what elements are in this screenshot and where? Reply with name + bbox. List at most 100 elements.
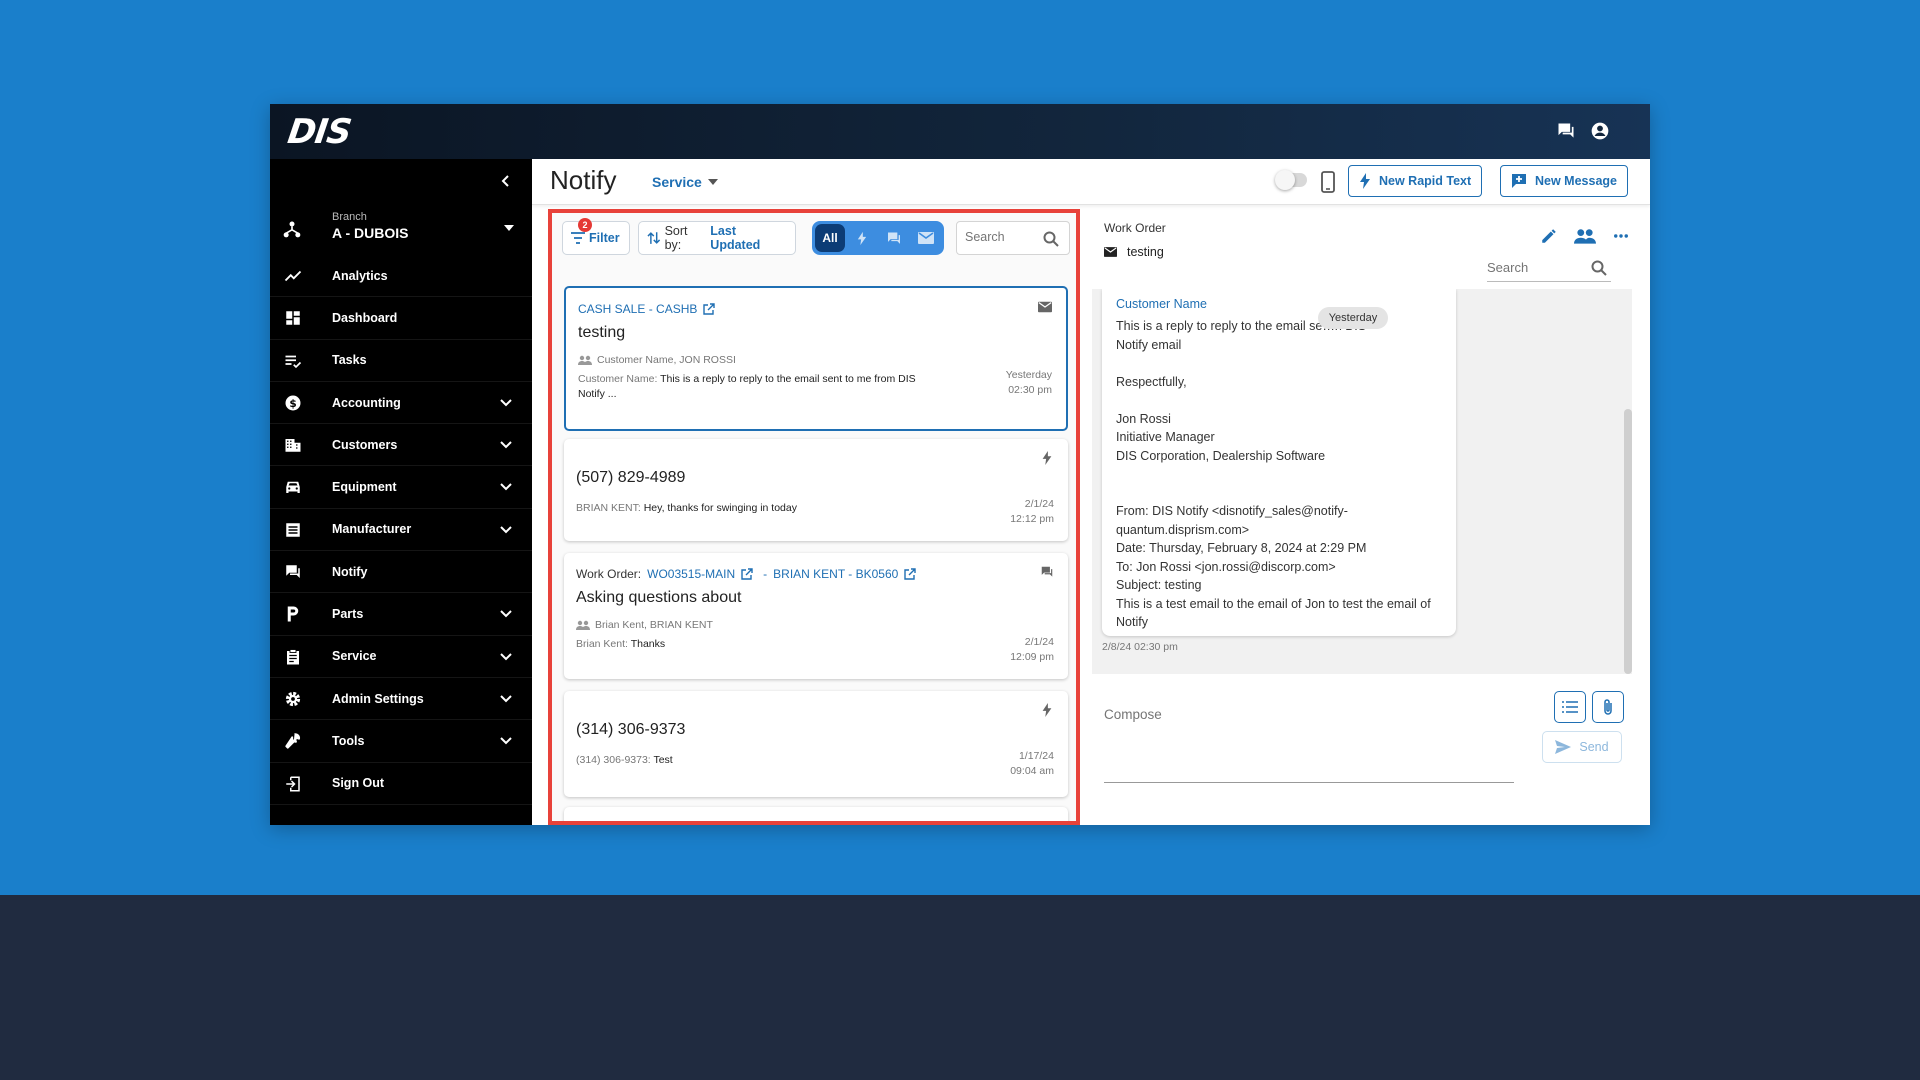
sidebar-item-notify[interactable]: Notify [270, 551, 532, 594]
phone-icon[interactable] [1320, 171, 1336, 193]
list-search-input[interactable] [965, 230, 1041, 244]
more-horizontal-icon[interactable] [1612, 227, 1630, 245]
send-button[interactable]: Send [1542, 731, 1622, 763]
message-bubble: Customer Name This is a reply to reply t… [1102, 289, 1456, 636]
sidebar-item-equipment[interactable]: Equipment [270, 466, 532, 509]
bolt-icon [857, 231, 867, 245]
new-message-button[interactable]: New Message [1500, 165, 1628, 197]
sidebar-item-parts[interactable]: Parts [270, 593, 532, 636]
conversation-card-partial[interactable] [564, 807, 1068, 821]
sidebar-item-accounting[interactable]: $ Accounting [270, 382, 532, 425]
page-header: Notify Service New Rapid Text New Messag… [532, 159, 1650, 205]
new-rapid-text-label: New Rapid Text [1379, 174, 1472, 188]
thread-scrollbar[interactable] [1624, 409, 1632, 674]
sort-button[interactable]: Sort by: Last Updated [638, 221, 796, 255]
cash-sale-link[interactable]: CASH SALE - CASHB [578, 302, 697, 316]
add-message-icon [1512, 174, 1526, 188]
list-search[interactable] [956, 221, 1070, 255]
sort-icon [647, 232, 661, 244]
sidebar-item-label: Manufacturer [332, 522, 412, 537]
conversation-card[interactable]: (314) 306-9373 (314) 306-9373: Test 1/17… [564, 691, 1068, 797]
seg-rapid-text[interactable] [847, 224, 877, 252]
page-title: Notify [550, 165, 617, 195]
people-icon [576, 620, 590, 630]
compose-box [1104, 699, 1514, 783]
card-title: (314) 306-9373 [576, 721, 686, 738]
sidebar-item-dashboard[interactable]: Dashboard [270, 297, 532, 340]
sidebar-item-sign-out[interactable]: Sign Out [270, 763, 532, 805]
seg-all[interactable]: All [815, 224, 845, 252]
detail-actions [1540, 227, 1630, 245]
card-link-row: CASH SALE - CASHB [578, 302, 716, 316]
card-sender: (314) 306-9373: [576, 754, 651, 766]
external-link-icon[interactable] [703, 303, 716, 315]
sort-prefix: Sort by: [664, 224, 688, 252]
new-rapid-text-button[interactable]: New Rapid Text [1348, 165, 1483, 197]
sidebar-item-tasks[interactable]: Tasks [270, 340, 532, 382]
tasks-icon [282, 350, 304, 372]
account-circle-icon[interactable] [1587, 118, 1613, 144]
app-window: DIS Branch A - DUBOIS Analytics Dashboar… [270, 104, 1650, 825]
conversation-card[interactable]: Work Order: WO03515-MAIN - BRIAN KENT - … [564, 553, 1068, 679]
edit-icon[interactable] [1540, 227, 1558, 245]
card-link-row: Work Order: WO03515-MAIN - BRIAN KENT - … [576, 567, 917, 581]
seg-chat[interactable] [879, 224, 909, 252]
external-link-icon[interactable] [904, 568, 917, 580]
mode-toggle[interactable] [1275, 170, 1307, 190]
date-chip: Yesterday [1318, 307, 1388, 329]
chevron-down-icon [500, 526, 512, 534]
dis-logo[interactable]: DIS [285, 112, 353, 152]
chat-icon[interactable] [1553, 118, 1579, 144]
card-date-time: 12:09 pm [1010, 651, 1054, 663]
sidebar-item-admin-settings[interactable]: Admin Settings [270, 678, 532, 721]
compose-input[interactable] [1104, 699, 1514, 779]
card-message: Thanks [630, 638, 666, 650]
send-icon [1555, 740, 1572, 754]
analytics-icon [282, 265, 304, 287]
detail-search-input[interactable] [1487, 260, 1577, 275]
template-list-button[interactable] [1554, 691, 1586, 723]
people-icon [578, 355, 592, 365]
gear-icon [282, 688, 304, 710]
sidebar-item-tools[interactable]: Tools [270, 720, 532, 763]
dashboard-icon [282, 307, 304, 329]
sidebar-item-analytics[interactable]: Analytics [270, 255, 532, 298]
people-icon[interactable] [1574, 227, 1596, 245]
sidebar-item-service[interactable]: Service [270, 636, 532, 678]
chat-icon [1041, 566, 1053, 577]
filter-badge: 2 [578, 218, 592, 232]
seg-email[interactable] [911, 224, 941, 252]
branch-selector[interactable]: Branch A - DUBOIS [270, 207, 532, 249]
message-timestamp: 2/8/24 02:30 pm [1102, 641, 1178, 653]
toggle-knob [1275, 170, 1295, 190]
sidebar-item-label: Parts [332, 607, 364, 622]
sidebar-item-manufacturer[interactable]: Manufacturer [270, 509, 532, 552]
filter-button[interactable]: 2 Filter [562, 218, 630, 255]
card-title: Asking questions about [576, 589, 742, 606]
card-date-day: 2/1/24 [1024, 636, 1054, 648]
work-order-label: Work Order [1104, 221, 1166, 235]
conversation-subject: testing [1104, 245, 1164, 259]
new-message-label: New Message [1535, 174, 1617, 188]
link-separator: - [763, 567, 768, 581]
card-preview: Brian Kent: Thanks [576, 637, 665, 652]
detail-search[interactable] [1487, 256, 1611, 282]
chat-icon [282, 561, 304, 583]
work-order-link[interactable]: WO03515-MAIN [647, 567, 735, 581]
attach-button[interactable] [1592, 691, 1624, 723]
conversation-card[interactable]: (507) 829-4989 BRIAN KENT: Hey, thanks f… [564, 439, 1068, 541]
card-date-time: 09:04 am [1010, 765, 1054, 777]
chevron-down-icon [500, 737, 512, 745]
sidebar-item-label: Notify [332, 564, 368, 579]
service-dropdown[interactable]: Service [652, 174, 718, 190]
bolt-icon [1042, 703, 1052, 717]
card-date: 1/17/24 09:04 am [1010, 749, 1054, 779]
person-link[interactable]: BRIAN KENT - BK0560 [773, 567, 898, 581]
external-link-icon[interactable] [741, 568, 753, 580]
main-content: Notify Service New Rapid Text New Messag… [532, 159, 1650, 825]
type-filter-segment: All [812, 221, 944, 255]
clipboard-icon [282, 646, 304, 668]
conversation-card[interactable]: CASH SALE - CASHB testing Customer Name,… [564, 286, 1068, 431]
sidebar-item-customers[interactable]: Customers [270, 424, 532, 467]
collapse-sidebar-icon[interactable] [494, 169, 518, 193]
